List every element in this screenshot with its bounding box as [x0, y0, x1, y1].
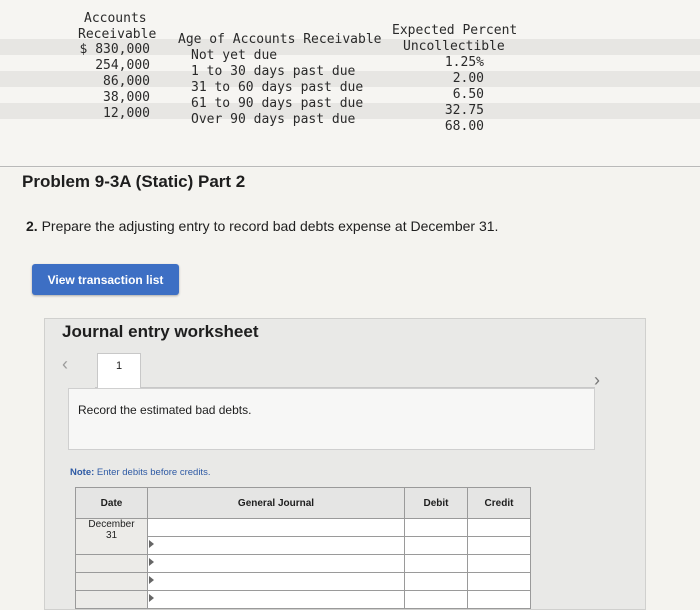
triangle-right-icon [149, 540, 154, 548]
debit-input[interactable] [404, 572, 468, 591]
date-cell[interactable]: December 31 [75, 518, 148, 555]
date-day: 31 [105, 530, 118, 541]
debit-input[interactable] [404, 518, 468, 537]
divider [0, 166, 700, 167]
credit-input[interactable] [467, 536, 531, 555]
percent-header: Expected Percent [392, 23, 518, 38]
date-month: December [88, 519, 135, 530]
chevron-left-icon[interactable]: ‹ [62, 354, 68, 375]
account-input[interactable] [147, 536, 405, 555]
table-row [75, 554, 531, 573]
date-cell[interactable] [75, 572, 148, 591]
note-label: Note: [70, 467, 95, 478]
problem-title: Problem 9-3A (Static) Part 2 [22, 172, 246, 191]
instruction-text: Prepare the adjusting entry to record ba… [37, 218, 499, 234]
worksheet-title: Journal entry worksheet [62, 322, 259, 341]
general-journal-header: General Journal [147, 487, 405, 519]
account-input[interactable] [147, 518, 405, 537]
account-input[interactable] [147, 554, 405, 573]
receivable-amounts: $ 830,000 254,000 86,000 38,000 12,000 [79, 42, 150, 121]
triangle-right-icon [149, 558, 154, 566]
instruction: 2. Prepare the adjusting entry to record… [26, 218, 498, 234]
debit-header: Debit [404, 487, 468, 519]
credit-input[interactable] [467, 572, 531, 591]
age-header: Age of Accounts Receivable [178, 32, 382, 47]
view-transaction-list-button[interactable]: View transaction list [32, 264, 179, 295]
percent-header-line2: Uncollectible [403, 39, 505, 54]
receivable-header-line2: Receivable [78, 27, 157, 42]
aging-schedule: Accounts Receivable $ 830,000 254,000 86… [0, 0, 700, 168]
table-row: December 31 [75, 518, 531, 555]
triangle-right-icon [149, 594, 154, 602]
note: Note: Enter debits before credits. [70, 467, 210, 478]
description-box [68, 388, 595, 450]
note-text: Enter debits before credits. [94, 467, 211, 478]
receivable-header: Accounts [84, 11, 147, 26]
account-input[interactable] [147, 590, 405, 609]
triangle-right-icon [149, 576, 154, 584]
date-header: Date [75, 487, 148, 519]
table-row [75, 590, 531, 609]
debit-input[interactable] [404, 554, 468, 573]
credit-input[interactable] [467, 518, 531, 537]
date-cell[interactable] [75, 554, 148, 573]
instruction-number: 2. [26, 218, 38, 234]
age-categories: Not yet due 1 to 30 days past due 31 to … [191, 48, 364, 127]
entry-description: Record the estimated bad debts. [78, 403, 252, 417]
credit-input[interactable] [467, 554, 531, 573]
journal-table: Date General Journal Debit Credit Decemb… [75, 487, 531, 609]
account-input[interactable] [147, 572, 405, 591]
debit-input[interactable] [404, 590, 468, 609]
table-row [75, 572, 531, 591]
date-cell[interactable] [75, 590, 148, 609]
credit-header: Credit [467, 487, 531, 519]
tab-1[interactable]: 1 [97, 353, 141, 389]
percent-values: 1.25% 2.00 6.50 32.75 68.00 [444, 55, 484, 134]
credit-input[interactable] [467, 590, 531, 609]
debit-input[interactable] [404, 536, 468, 555]
